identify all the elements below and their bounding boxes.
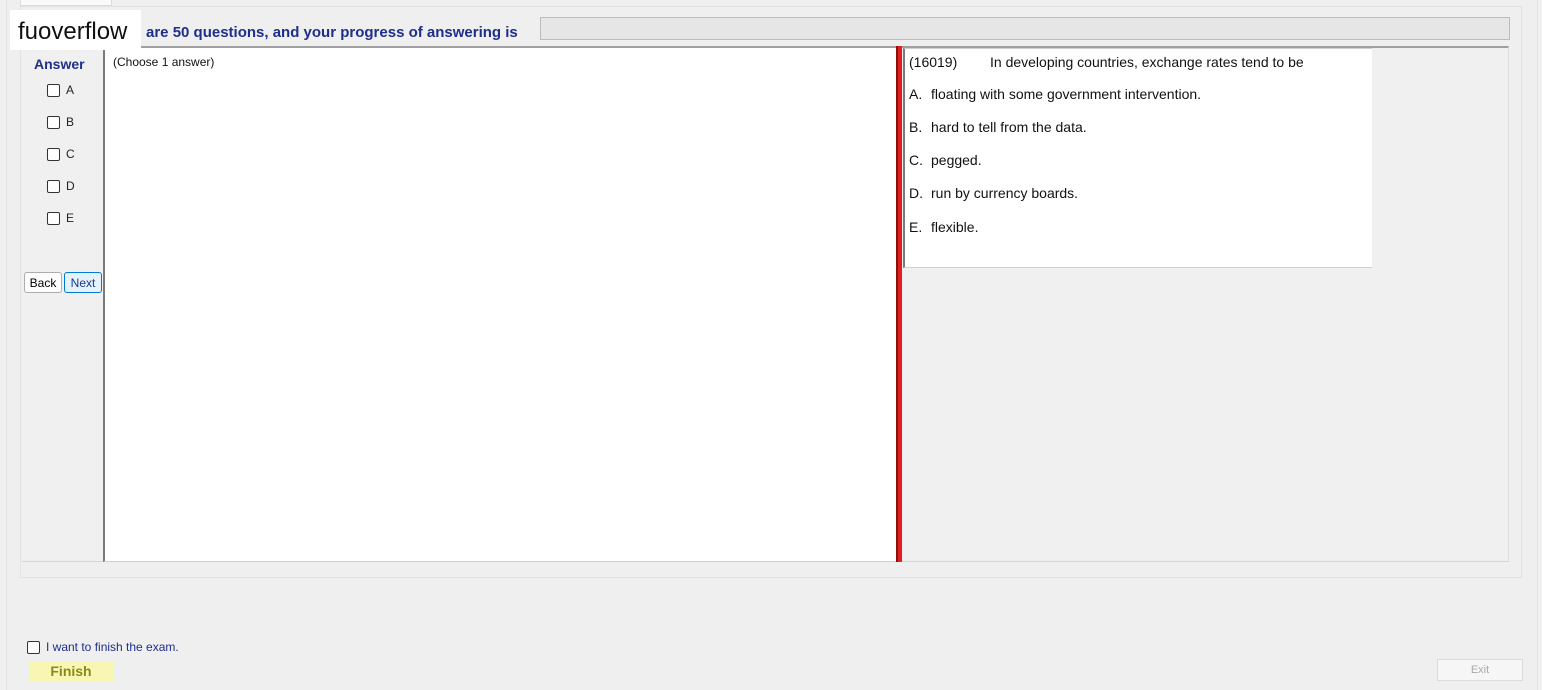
answer-option-e[interactable]: E bbox=[47, 210, 74, 226]
watermark-logo: fuoverflow bbox=[10, 10, 141, 50]
question-option-letter: E. bbox=[909, 219, 923, 235]
back-button[interactable]: Back bbox=[24, 272, 62, 293]
question-panel: (16019) In developing countries, exchang… bbox=[903, 48, 1372, 268]
option-letter-a: A bbox=[66, 83, 75, 97]
question-option-letter: A. bbox=[909, 86, 923, 102]
finish-checkbox[interactable] bbox=[27, 640, 40, 654]
question-option-letter: D. bbox=[909, 185, 923, 201]
answer-title: Answer bbox=[34, 56, 85, 72]
question-option-letter: B. bbox=[909, 119, 923, 135]
question-option-d: D. run by currency boards. bbox=[909, 185, 1078, 201]
progress-text: are 50 questions, and your progress of a… bbox=[146, 24, 518, 41]
answer-option-d[interactable]: D bbox=[47, 178, 75, 194]
option-letter-b: B bbox=[66, 115, 75, 129]
question-option-c: C. pegged. bbox=[909, 152, 982, 168]
checkbox-e[interactable] bbox=[47, 211, 60, 225]
question-option-text: flexible. bbox=[931, 219, 979, 235]
option-letter-e: E bbox=[66, 211, 75, 225]
explanation-panel: (Choose 1 answer) bbox=[103, 48, 896, 562]
checkbox-c[interactable] bbox=[47, 147, 60, 161]
question-option-text: pegged. bbox=[931, 152, 982, 168]
question-option-letter: C. bbox=[909, 152, 923, 168]
question-option-e: E. flexible. bbox=[909, 219, 978, 235]
option-letter-c: C bbox=[66, 147, 75, 161]
choose-instruction: (Choose 1 answer) bbox=[113, 55, 215, 69]
question-option-b: B. hard to tell from the data. bbox=[909, 119, 1087, 135]
answer-option-a[interactable]: A bbox=[47, 82, 74, 98]
exit-button[interactable]: Exit bbox=[1437, 659, 1523, 681]
question-option-text: run by currency boards. bbox=[931, 185, 1079, 201]
question-stem: In developing countries, exchange rates … bbox=[990, 54, 1304, 70]
checkbox-b[interactable] bbox=[47, 115, 60, 129]
checkbox-a[interactable] bbox=[47, 83, 60, 97]
question-option-text: hard to tell from the data. bbox=[931, 119, 1087, 135]
next-button[interactable]: Next bbox=[64, 272, 102, 293]
question-option-text: floating with some government interventi… bbox=[931, 86, 1202, 102]
progress-bar bbox=[540, 17, 1510, 40]
checkbox-d[interactable] bbox=[47, 179, 60, 193]
finish-button[interactable]: Finish bbox=[29, 661, 113, 681]
question-id: (16019) bbox=[909, 54, 958, 70]
answer-option-b[interactable]: B bbox=[47, 114, 74, 130]
option-letter-d: D bbox=[66, 179, 75, 193]
exam-window: are 50 questions, and your progress of a… bbox=[0, 0, 1542, 690]
answer-option-c[interactable]: C bbox=[47, 146, 75, 162]
finish-check-label: I want to finish the exam. bbox=[46, 640, 179, 654]
finish-exam-check[interactable]: I want to finish the exam. bbox=[27, 640, 179, 654]
question-option-a: A. floating with some government interven… bbox=[909, 86, 1201, 102]
splitter-divider[interactable] bbox=[896, 46, 902, 562]
